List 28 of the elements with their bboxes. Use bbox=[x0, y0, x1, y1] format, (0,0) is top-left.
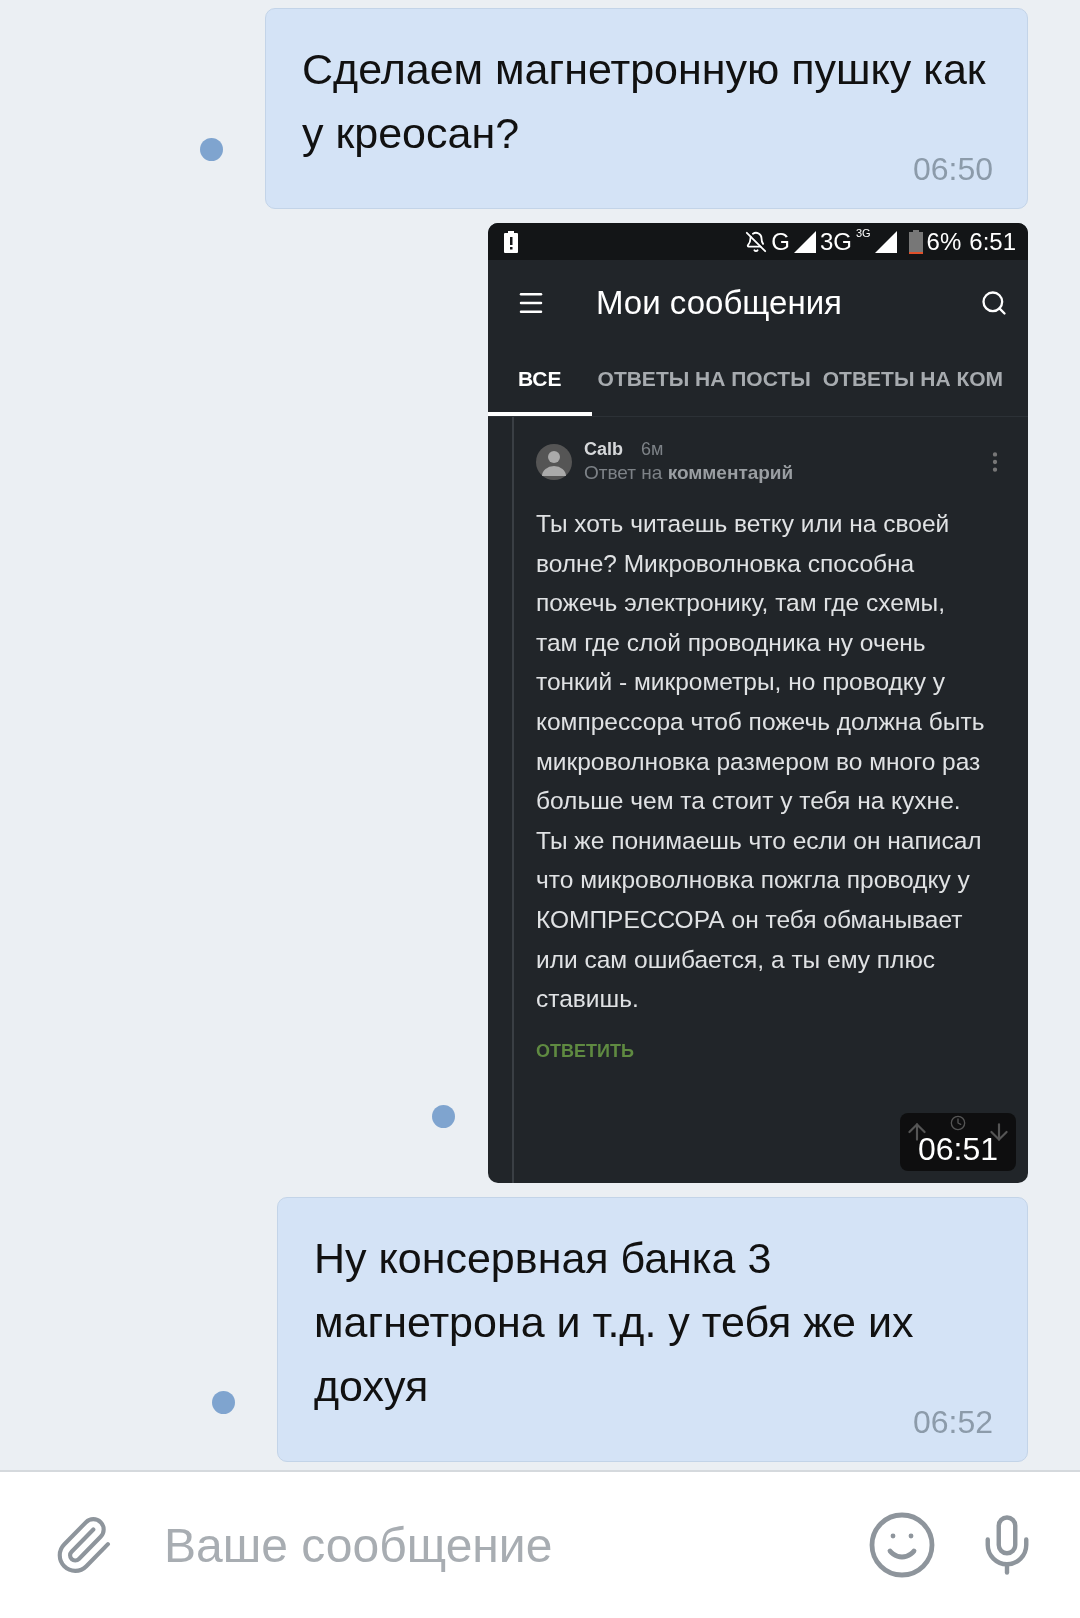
battery-percent: 6% bbox=[926, 227, 962, 256]
avatar-icon bbox=[536, 443, 572, 480]
signal-icon bbox=[793, 230, 816, 253]
comment-text: Ты хоть читаешь ветку или на своей волне? Микроволновка способна пожечь электронику, там где схемы, там где слой проводника ну очень тонкий - микрометры, но проводку у компрессора чтоб пожечь должна быть микроволновка размером во много раз больше чем та стоит у тебя на кухне. Ты же понимаешь что если он написал что микроволновка пожгла проводку у КОМПРЕССОРА он тебя обманывает или сам ошибается, а ты ему плюс ставишь. bbox=[536, 509, 986, 1015]
tab[interactable]: ОТВЕТЫ НА ПОСТЫ bbox=[591, 346, 817, 416]
tab[interactable]: ОТВЕТЫ НА КОМ bbox=[816, 346, 1004, 416]
comment-author[interactable]: Calb bbox=[584, 439, 623, 460]
unread-dot bbox=[212, 1391, 235, 1414]
unread-dot bbox=[432, 1105, 455, 1128]
battery-alert-icon bbox=[504, 230, 518, 253]
message-time: 06:51 bbox=[917, 1133, 999, 1165]
clock-icon bbox=[950, 1115, 966, 1131]
network-label: G bbox=[771, 227, 790, 256]
reply-context: Ответ на комментарий bbox=[584, 462, 795, 484]
network-label: 3G bbox=[819, 227, 852, 256]
message-text: Ну консервная банка 3 магнетрона и т.д. у тебя же их дохуя bbox=[314, 1233, 914, 1412]
network-type-label: 3G bbox=[855, 227, 871, 239]
comment-age: 6м bbox=[641, 439, 664, 460]
signal-icon bbox=[874, 230, 897, 253]
muted-bell-icon bbox=[745, 230, 768, 253]
battery-icon bbox=[908, 229, 923, 254]
reply-button[interactable]: ОТВЕТИТЬ bbox=[536, 1040, 634, 1062]
search-icon[interactable] bbox=[980, 289, 1008, 317]
tab[interactable]: ВСЕ bbox=[488, 346, 592, 416]
screen-title: Мои сообщения bbox=[596, 284, 843, 322]
message-time: 06:52 bbox=[912, 1404, 993, 1441]
unread-dot bbox=[200, 138, 223, 161]
clock-time: 6:51 bbox=[969, 227, 1016, 256]
